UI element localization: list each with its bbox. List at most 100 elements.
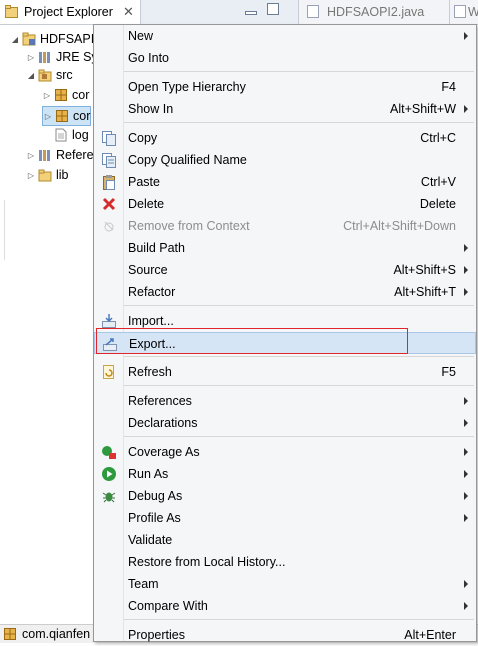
menu-item-references[interactable]: References [94, 390, 476, 412]
menu-item-declarations[interactable]: Declarations [94, 412, 476, 434]
menu-item-shortcut: Alt+Shift+S [393, 263, 456, 277]
submenu-arrow-icon [464, 419, 468, 427]
menu-item-label: Debug As [128, 489, 183, 503]
copy-icon [101, 130, 117, 146]
expanded-twisty-icon[interactable]: ◢ [26, 71, 36, 80]
menu-item-show-in[interactable]: Show In Alt+Shift+W [94, 98, 476, 120]
tree-item[interactable]: ◢ src [26, 66, 73, 84]
menu-item-label: Coverage As [128, 445, 200, 459]
context-menu: New Go Into Open Type Hierarchy F4 Show In Al… [93, 24, 477, 642]
menu-item-shortcut: Alt+Shift+W [390, 102, 456, 116]
collapsed-twisty-icon[interactable]: ▷ [26, 151, 36, 160]
menu-item-paste[interactable]: Paste Ctrl+V [94, 171, 476, 193]
menu-item-label: Compare With [128, 599, 208, 613]
menu-item-export[interactable]: Export... [94, 332, 476, 354]
menu-item-compare-with[interactable]: Compare With [94, 595, 476, 617]
tree-item-label: HDFSAPI [40, 32, 95, 46]
collapsed-twisty-icon[interactable]: ▷ [42, 91, 52, 100]
submenu-arrow-icon [464, 580, 468, 588]
tree-item[interactable]: ▷ lib [26, 166, 69, 184]
menu-item-delete[interactable]: Delete Delete [94, 193, 476, 215]
menu-item-team[interactable]: Team [94, 573, 476, 595]
import-icon [101, 313, 117, 329]
view-divider [0, 200, 5, 260]
tree-item[interactable]: ▷ JRE Sy [26, 48, 98, 66]
project-icon [22, 32, 36, 46]
collapsed-twisty-icon[interactable]: ▷ [26, 53, 36, 62]
collapsed-twisty-icon[interactable]: ▷ [43, 112, 53, 121]
tree-item-label: log [72, 128, 89, 142]
package-icon [54, 88, 68, 102]
tree-item-label: cor [72, 88, 90, 102]
menu-item-label: Properties [128, 628, 185, 642]
library-icon [38, 148, 52, 162]
menu-item-label: Build Path [128, 241, 185, 255]
menu-item-restore-from-local-history[interactable]: Restore from Local History... [94, 551, 476, 573]
menu-item-go-into[interactable]: Go Into [94, 47, 476, 69]
package-icon [4, 628, 16, 640]
menu-item-label: Refresh [128, 365, 172, 379]
maximize-button[interactable] [267, 3, 279, 15]
menu-item-label: Restore from Local History... [128, 555, 286, 569]
menu-item-shortcut: Delete [419, 197, 456, 211]
java-file-icon [307, 5, 319, 18]
menu-item-label: Run As [128, 467, 169, 481]
tree-item[interactable]: ▷ cor [42, 106, 92, 126]
menu-item-source[interactable]: Source Alt+Shift+S [94, 259, 476, 281]
menu-item-new[interactable]: New [94, 25, 476, 47]
menu-item-shortcut: F4 [441, 80, 456, 94]
tab-title: Project Explorer [24, 5, 113, 19]
menu-item-copy[interactable]: Copy Ctrl+C [94, 127, 476, 149]
tree-item[interactable]: ▷ cor [42, 86, 89, 104]
menu-item-debug-as[interactable]: Debug As [94, 485, 476, 507]
expanded-twisty-icon[interactable]: ◢ [10, 35, 20, 44]
tree-item-label: cor [73, 109, 91, 123]
submenu-arrow-icon [464, 470, 468, 478]
menu-item-build-path[interactable]: Build Path [94, 237, 476, 259]
menu-item-label: Copy Qualified Name [128, 153, 247, 167]
menu-item-label: Export... [129, 337, 176, 351]
menu-separator [124, 436, 474, 437]
collapsed-twisty-icon[interactable]: ▷ [26, 171, 36, 180]
menu-item-label: Delete [128, 197, 165, 211]
menu-separator [124, 305, 474, 306]
menu-item-label: Open Type Hierarchy [128, 80, 246, 94]
menu-item-label: Declarations [128, 416, 198, 430]
close-icon[interactable]: ✕ [123, 4, 134, 20]
menu-item-shortcut: Alt+Shift+T [394, 285, 456, 299]
menu-separator [124, 385, 474, 386]
menu-item-coverage-as[interactable]: Coverage As [94, 441, 476, 463]
menu-item-import[interactable]: Import... [94, 310, 476, 332]
tree-item-label: Refere [56, 148, 94, 162]
menu-item-profile-as[interactable]: Profile As [94, 507, 476, 529]
menu-item-refresh[interactable]: Refresh F5 [94, 361, 476, 383]
tree-item-label: lib [56, 168, 69, 182]
source-folder-icon [38, 68, 52, 82]
menu-item-copy-qualified-name[interactable]: Copy Qualified Name [94, 149, 476, 171]
menu-separator [124, 122, 474, 123]
menu-item-refactor[interactable]: Refactor Alt+Shift+T [94, 281, 476, 303]
tab-editor-w[interactable]: W [449, 0, 478, 24]
tree-item[interactable]: ◢ HDFSAPI [10, 30, 94, 48]
tree-item[interactable]: ▷ Refere [26, 146, 94, 164]
menu-item-run-as[interactable]: Run As [94, 463, 476, 485]
coverage-icon [101, 444, 117, 460]
menu-item-shortcut: Ctrl+V [420, 175, 456, 189]
tree-item-label: JRE Sy [56, 50, 98, 64]
menu-item-label: Profile As [128, 511, 181, 525]
menu-item-properties[interactable]: Properties Alt+Enter [94, 624, 476, 646]
delete-icon [101, 196, 117, 212]
menu-item-open-type-hierarchy[interactable]: Open Type Hierarchy F4 [94, 76, 476, 98]
submenu-arrow-icon [464, 266, 468, 274]
submenu-arrow-icon [464, 288, 468, 296]
menu-item-shortcut: F5 [441, 365, 456, 379]
menu-item-label: Go Into [128, 51, 169, 65]
menu-separator [124, 356, 474, 357]
minimize-button[interactable] [245, 11, 257, 15]
menu-separator [124, 619, 474, 620]
tab-editor-hdfsaopi2[interactable]: HDFSAOPI2.java [298, 0, 449, 24]
tab-project-explorer[interactable]: Project Explorer ✕ [0, 0, 141, 24]
menu-item-shortcut: Ctrl+C [420, 131, 456, 145]
tree-item[interactable]: log [42, 126, 89, 144]
menu-item-validate[interactable]: Validate [94, 529, 476, 551]
